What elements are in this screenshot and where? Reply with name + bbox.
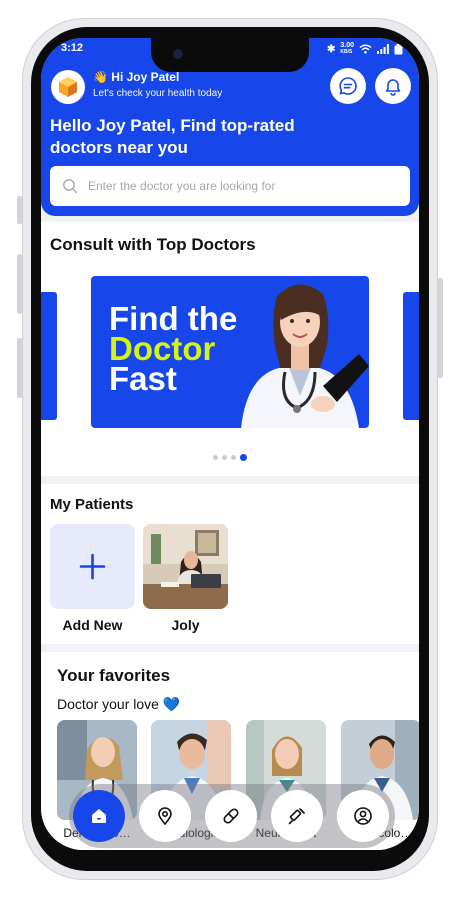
next-slide-card[interactable] xyxy=(403,292,419,420)
front-camera xyxy=(173,49,183,59)
search-input[interactable] xyxy=(86,178,410,194)
status-icons: ✱ 3.00 KB/S xyxy=(327,42,403,56)
battery-icon xyxy=(394,43,403,54)
chat-icon xyxy=(339,77,357,95)
greeting-text: 👋 Hi Joy Patel xyxy=(93,70,180,84)
add-patient-button[interactable] xyxy=(50,524,135,609)
carousel-dot[interactable] xyxy=(222,455,227,460)
favorites-title: Your favorites xyxy=(57,666,171,685)
location-icon xyxy=(158,807,172,826)
patient-photo xyxy=(143,524,228,609)
home-icon xyxy=(92,809,106,823)
app-screen: 3:12 ✱ 3.00 KB/S 👋 Hi Joy Patel Let's ch… xyxy=(41,38,419,850)
wifi-icon xyxy=(359,44,372,54)
nav-profile[interactable] xyxy=(337,790,389,842)
bluetooth-icon: ✱ xyxy=(326,43,336,55)
search-icon xyxy=(63,179,78,194)
greeting-subtitle: Let's check your health today xyxy=(93,88,223,99)
signal-icon xyxy=(377,44,389,54)
app-logo[interactable] xyxy=(51,70,85,104)
notification-button[interactable] xyxy=(375,68,411,104)
nav-medicine[interactable] xyxy=(205,790,257,842)
search-bar[interactable] xyxy=(50,166,410,206)
volume-up-button xyxy=(17,254,22,314)
favorites-subtitle: Doctor your love 💙 xyxy=(57,696,181,712)
pill-icon xyxy=(223,808,239,824)
patients-title: My Patients xyxy=(50,496,134,513)
carousel-dot[interactable] xyxy=(213,455,218,460)
plus-icon xyxy=(79,553,106,580)
promo-banner[interactable]: Find the Doctor Fast xyxy=(91,276,369,428)
greeting-block: 👋 Hi Joy Patel Let's check your health t… xyxy=(93,70,222,99)
status-time: 3:12 xyxy=(61,42,84,54)
syringe-icon xyxy=(288,808,305,825)
page-headline: Hello Joy Patel, Find top-rated doctors … xyxy=(50,116,295,157)
notch xyxy=(151,38,309,72)
consult-title: Consult with Top Doctors xyxy=(50,235,256,254)
power-button xyxy=(438,278,443,378)
patients-section: My Patients Add New Joly xyxy=(41,484,419,644)
heart-icon: 💙 xyxy=(162,696,181,712)
patient-name: Joly xyxy=(171,617,200,633)
logo-icon xyxy=(59,77,77,97)
add-patient-label: Add New xyxy=(62,617,123,633)
doctor-illustration xyxy=(241,284,369,428)
chat-button[interactable] xyxy=(330,68,366,104)
volume-down-button xyxy=(17,338,22,398)
carousel-indicator[interactable] xyxy=(213,454,247,461)
bottom-navigation xyxy=(69,784,395,848)
network-speed: 3.00 KB/S xyxy=(340,42,354,55)
prev-slide-card[interactable] xyxy=(41,292,57,420)
patient-card-joly[interactable] xyxy=(143,524,228,609)
nav-vaccination[interactable] xyxy=(271,790,323,842)
nav-home[interactable] xyxy=(73,790,125,842)
bell-icon xyxy=(385,79,401,96)
carousel-dot-active[interactable] xyxy=(240,454,247,461)
nav-location[interactable] xyxy=(139,790,191,842)
carousel-dot[interactable] xyxy=(231,455,236,460)
profile-icon xyxy=(354,807,372,825)
consult-section: Consult with Top Doctors Find the Doctor… xyxy=(41,222,419,476)
mute-switch xyxy=(17,196,22,224)
